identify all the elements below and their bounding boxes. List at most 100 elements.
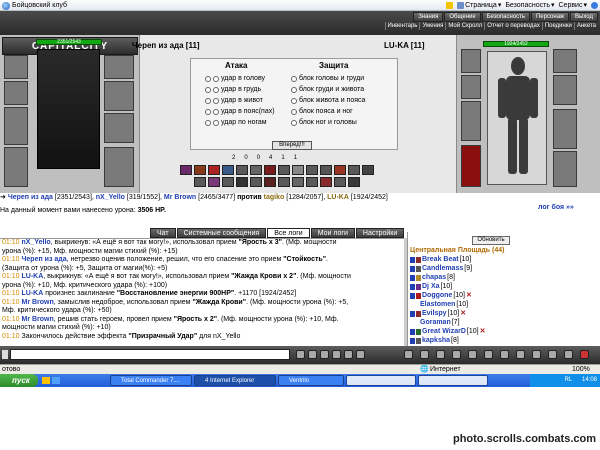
skill-icon[interactable] bbox=[236, 165, 248, 175]
nav-duels[interactable]: Поединки bbox=[541, 22, 574, 30]
attack-option[interactable]: удар в пояс(пах) bbox=[205, 107, 275, 116]
team-member[interactable]: Mr Brown bbox=[164, 194, 196, 201]
forward-button[interactable]: Вперед!!! bbox=[272, 141, 312, 150]
armor-slot[interactable] bbox=[461, 145, 481, 187]
skill-icon[interactable] bbox=[278, 165, 290, 175]
smiles-icon[interactable] bbox=[320, 350, 329, 359]
player-row[interactable]: Elastomen [10] bbox=[420, 301, 468, 309]
weapon-slot[interactable] bbox=[4, 107, 28, 145]
skill-icon[interactable] bbox=[264, 165, 276, 175]
player-row[interactable]: Break Beat [10] bbox=[410, 256, 471, 264]
attack-option[interactable]: удар по ногам bbox=[205, 118, 267, 127]
shop-icon[interactable] bbox=[500, 350, 509, 359]
team-member[interactable]: nX_Yello bbox=[96, 194, 125, 201]
armor-slot[interactable] bbox=[4, 147, 28, 187]
skill-icon[interactable] bbox=[320, 177, 332, 187]
language-indicator[interactable]: RL bbox=[565, 377, 572, 383]
gloves-slot[interactable] bbox=[104, 55, 134, 79]
security-menu[interactable]: Безопасность ▾ bbox=[505, 0, 554, 11]
player-row[interactable]: Goraman [7] bbox=[420, 319, 460, 327]
nav-skills[interactable]: Умения bbox=[419, 22, 445, 30]
nav-transfers[interactable]: Отчет о переводах bbox=[484, 22, 542, 30]
skill-icon[interactable] bbox=[306, 165, 318, 175]
browser-tab-title[interactable]: Бойцовский клуб bbox=[12, 0, 67, 11]
home-icon[interactable] bbox=[446, 2, 454, 9]
task-total-commander[interactable]: Total Commander 7.... bbox=[110, 375, 192, 386]
task-blurred[interactable] bbox=[418, 375, 488, 386]
folder-icon[interactable] bbox=[42, 377, 50, 384]
nav-security[interactable]: Безопасность bbox=[481, 12, 530, 22]
skill-icon[interactable] bbox=[236, 177, 248, 187]
skill-icon[interactable] bbox=[194, 165, 206, 175]
help-icon[interactable] bbox=[591, 2, 598, 9]
exit-icon[interactable] bbox=[580, 350, 589, 359]
map-icon[interactable] bbox=[484, 350, 493, 359]
skill-icon[interactable] bbox=[250, 177, 262, 187]
skill-icon[interactable] bbox=[222, 177, 234, 187]
skill-icon[interactable] bbox=[222, 165, 234, 175]
ie-icon[interactable] bbox=[52, 377, 60, 384]
start-button[interactable]: пуск bbox=[0, 374, 38, 387]
attack-option[interactable]: удар в грудь bbox=[205, 85, 261, 94]
clan-icon[interactable] bbox=[452, 350, 461, 359]
clock[interactable]: 14:08 bbox=[582, 377, 597, 383]
player-row[interactable]: Doggone [10] ✕ bbox=[410, 292, 472, 300]
attack-option[interactable]: удар в голову bbox=[205, 74, 265, 83]
belt-slot[interactable] bbox=[553, 109, 577, 149]
refresh-button[interactable]: Обновить bbox=[472, 236, 510, 245]
refresh-icon[interactable] bbox=[404, 350, 413, 359]
tab-all-logs[interactable]: Все логи bbox=[267, 228, 310, 238]
nav-inventory[interactable]: Инвентарь bbox=[384, 22, 420, 30]
skill-icon[interactable] bbox=[320, 165, 332, 175]
filter-icon[interactable] bbox=[332, 350, 341, 359]
belt-slot[interactable] bbox=[104, 113, 134, 143]
helmet-slot[interactable] bbox=[461, 49, 481, 73]
skill-icon[interactable] bbox=[348, 165, 360, 175]
player-row[interactable]: kapksha [8] bbox=[410, 337, 459, 345]
service-menu[interactable]: Сервис ▾ bbox=[559, 0, 588, 11]
skill-icon[interactable] bbox=[306, 177, 318, 187]
nav-profile[interactable]: Анкета bbox=[573, 22, 598, 30]
defense-option[interactable]: блок головы и груди bbox=[291, 74, 364, 83]
page-menu[interactable]: Страница ▾ bbox=[457, 0, 501, 11]
nav-character[interactable]: Персонаж bbox=[530, 12, 570, 22]
skill-icon[interactable] bbox=[250, 165, 262, 175]
help-icon[interactable] bbox=[548, 350, 557, 359]
boots-slot[interactable] bbox=[104, 147, 134, 187]
skill-icon[interactable] bbox=[362, 165, 374, 175]
mail-icon[interactable] bbox=[420, 350, 429, 359]
defense-option[interactable]: блок пояса и ног bbox=[291, 107, 353, 116]
amulet-slot[interactable] bbox=[4, 81, 28, 105]
translit-icon[interactable] bbox=[2, 350, 8, 359]
player-row[interactable]: chapas [8] bbox=[410, 274, 455, 282]
defense-option[interactable]: блок живота и пояса bbox=[291, 96, 365, 105]
tab-chat[interactable]: Чат bbox=[150, 228, 176, 238]
skill-icon[interactable] bbox=[208, 177, 220, 187]
sound-icon[interactable] bbox=[344, 350, 353, 359]
player-row[interactable]: Great WizarD [10] ✕ bbox=[410, 328, 485, 336]
friends-icon[interactable] bbox=[436, 350, 445, 359]
quest-icon[interactable] bbox=[468, 350, 477, 359]
skill-icon[interactable] bbox=[208, 165, 220, 175]
skill-icon[interactable] bbox=[264, 177, 276, 187]
skill-icon[interactable] bbox=[278, 177, 290, 187]
settings-icon[interactable] bbox=[356, 350, 365, 359]
nav-knowledge[interactable]: Знания bbox=[413, 12, 444, 22]
helmet-slot[interactable] bbox=[4, 55, 28, 79]
skill-icon[interactable] bbox=[334, 165, 346, 175]
bank-icon[interactable] bbox=[516, 350, 525, 359]
info-icon[interactable] bbox=[532, 350, 541, 359]
nav-exit[interactable]: Выход bbox=[570, 12, 598, 22]
lock-icon[interactable] bbox=[564, 350, 573, 359]
enemy-member[interactable]: tagiko bbox=[264, 194, 285, 201]
player-row[interactable]: Evilspy [10] ✕ bbox=[410, 310, 466, 318]
skill-icon[interactable] bbox=[292, 177, 304, 187]
weapon-slot[interactable] bbox=[461, 101, 481, 141]
shield-slot[interactable] bbox=[104, 81, 134, 111]
skill-icon[interactable] bbox=[334, 177, 346, 187]
player-row[interactable]: Candlemass [9] bbox=[410, 265, 472, 273]
task-ventrilo[interactable]: Ventrilo bbox=[278, 375, 344, 386]
tab-system[interactable]: Системные сообщения bbox=[176, 228, 267, 238]
defense-option[interactable]: блок груди и живота bbox=[291, 85, 364, 94]
team-member[interactable]: Череп из ада bbox=[8, 194, 53, 201]
